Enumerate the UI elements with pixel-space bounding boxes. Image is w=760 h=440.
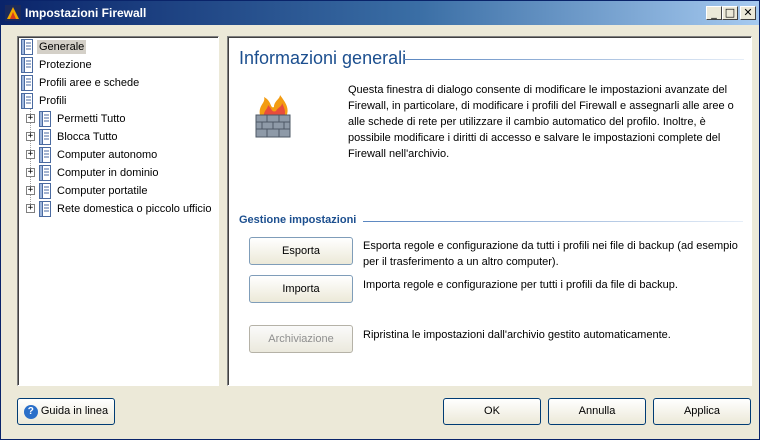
title-divider [404,59,744,60]
window-title: Impostazioni Firewall [25,6,147,20]
sidebar-item-label: Permetti Tutto [57,113,126,125]
sidebar-item-label: Profili aree e schede [39,77,140,89]
archive-button[interactable]: Archiviazione [249,325,353,353]
sidebar-item-generale[interactable]: Generale [20,39,87,55]
firewall-settings-window: Impostazioni Firewall _ □ ✕ Generale Pro… [0,0,760,440]
section-title: Gestione impostazioni [239,214,357,226]
expand-toggle[interactable]: + [26,150,35,159]
archive-description: Ripristina le impostazioni dall'archivio… [363,329,671,341]
sidebar-item-label: Computer portatile [57,185,148,197]
settings-page-icon [39,201,51,217]
sidebar-item-permetti-tutto[interactable]: Permetti Tutto [38,111,127,127]
sidebar-item-label: Computer autonomo [57,149,158,161]
intro-text: Questa finestra di dialogo consente di m… [348,84,734,160]
minimize-button[interactable]: _ [706,6,722,20]
sidebar-item-computer-dominio[interactable]: Computer in dominio [38,165,161,181]
expand-toggle[interactable]: + [26,186,35,195]
settings-page-icon [21,39,33,55]
sidebar-item-label: Computer in dominio [57,167,159,179]
help-button[interactable]: ? Guida in linea [17,398,115,425]
expand-toggle[interactable]: + [26,132,35,141]
sidebar-item-rete-domestica[interactable]: Rete domestica o piccolo ufficio [38,201,214,217]
settings-page-icon [39,147,51,163]
sidebar-item-blocca-tutto[interactable]: Blocca Tutto [38,129,120,145]
export-button[interactable]: Esporta [249,237,353,265]
settings-page-icon [39,129,51,145]
export-description: Esporta regole e configurazione da tutti… [363,240,738,268]
settings-page-icon [39,165,51,181]
settings-page-icon [39,111,51,127]
maximize-button[interactable]: □ [722,6,738,20]
sidebar-item-label: Protezione [39,59,92,71]
title-bar[interactable]: Impostazioni Firewall _ □ ✕ [1,1,759,25]
expand-toggle[interactable]: + [26,114,35,123]
apply-button[interactable]: Applica [653,398,751,425]
settings-page-icon [21,57,33,73]
settings-tree[interactable]: Generale Protezione Profili aree e sched… [17,36,219,386]
section-divider [363,221,743,222]
cancel-button[interactable]: Annulla [548,398,646,425]
close-button[interactable]: ✕ [740,6,756,20]
import-description: Importa regole e configurazione per tutt… [363,279,678,291]
firewall-icon [255,95,291,138]
sidebar-item-profili[interactable]: Profili [20,93,69,109]
settings-page-icon [21,93,33,109]
avg-logo-icon [5,5,21,21]
sidebar-item-label: Generale [37,40,87,54]
help-icon: ? [23,404,38,419]
sidebar-item-protezione[interactable]: Protezione [20,57,94,73]
sidebar-item-computer-autonomo[interactable]: Computer autonomo [38,147,159,163]
sidebar-item-label: Blocca Tutto [57,131,118,143]
sidebar-item-label: Rete domestica o piccolo ufficio [57,203,212,215]
sidebar-item-label: Profili [39,95,67,107]
expand-toggle[interactable]: + [26,168,35,177]
content-panel: Informazioni generali Questa finestra di… [227,36,752,386]
settings-page-icon [39,183,51,199]
import-button[interactable]: Importa [249,275,353,303]
expand-toggle[interactable]: + [26,204,35,213]
sidebar-item-profili-aree[interactable]: Profili aree e schede [20,75,141,91]
sidebar-item-computer-portatile[interactable]: Computer portatile [38,183,150,199]
ok-button[interactable]: OK [443,398,541,425]
page-title: Informazioni generali [239,48,407,68]
help-button-label: Guida in linea [40,405,109,417]
settings-page-icon [21,75,33,91]
